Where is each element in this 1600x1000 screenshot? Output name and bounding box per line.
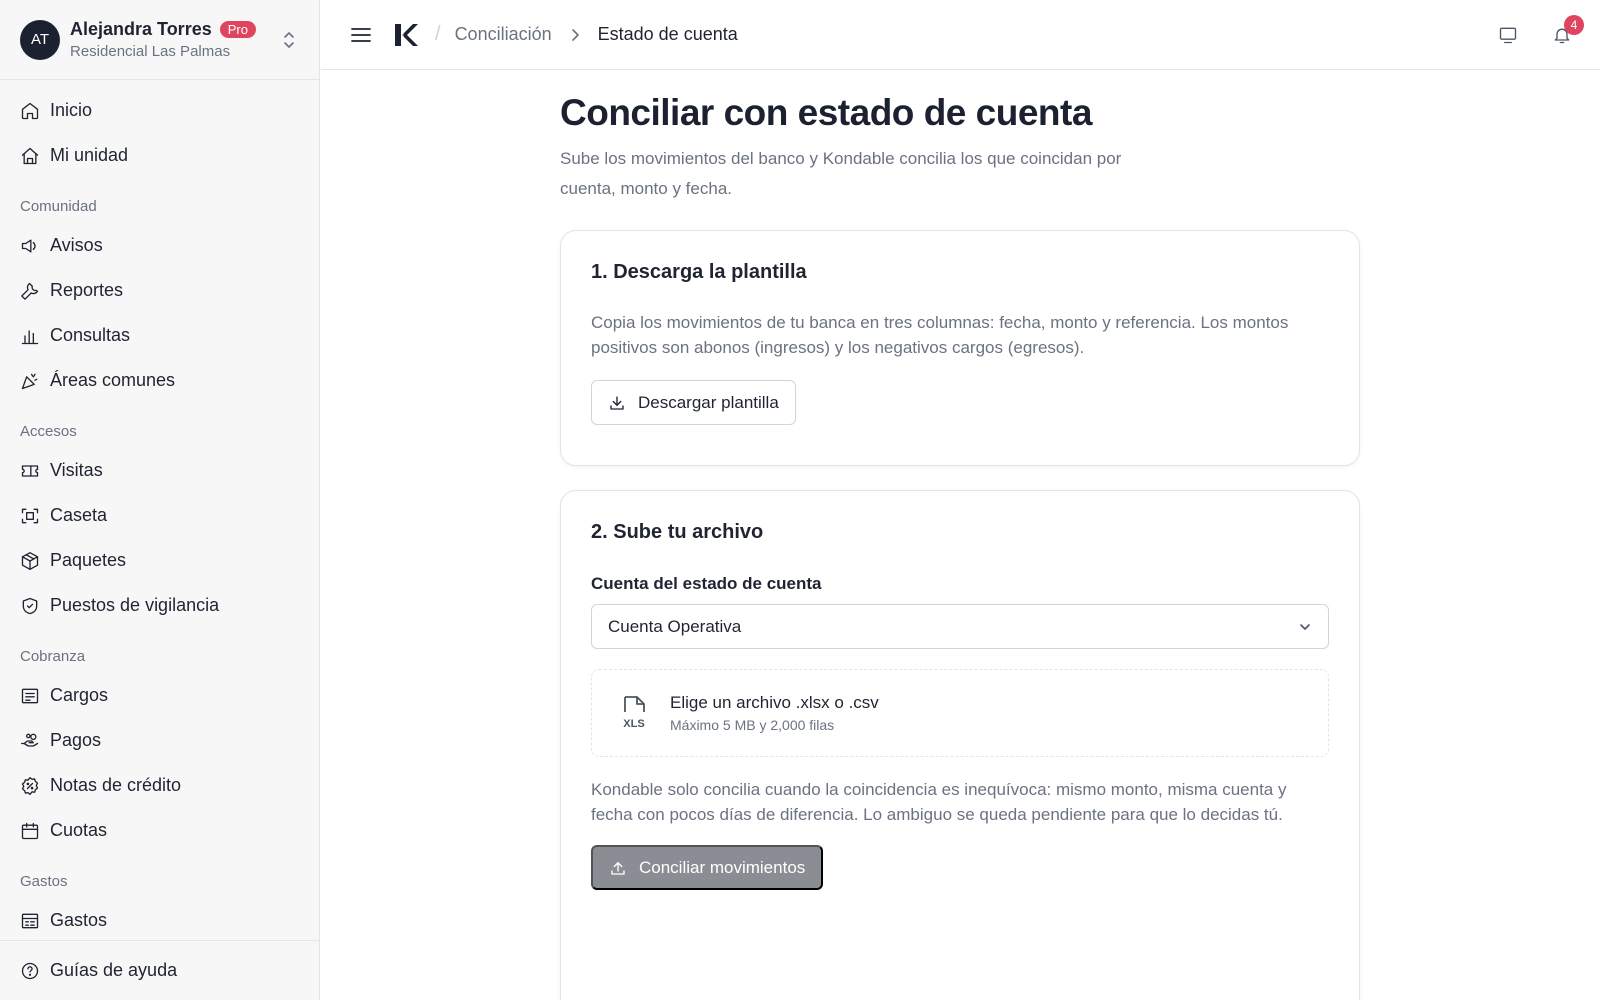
download-template-label: Descargar plantilla [638, 392, 779, 412]
upload-step-card: 2. Sube tu archivo Cuenta del estado de … [560, 490, 1360, 1000]
hand-coins-icon [21, 733, 39, 747]
sidebar-item-mi-unidad[interactable]: Mi unidad [0, 133, 319, 178]
top-bar: / Conciliación Estado de cuenta 4 [321, 0, 1600, 70]
download-template-button[interactable]: Descargar plantilla [591, 380, 796, 425]
sidebar-item-label: Áreas comunes [50, 370, 176, 390]
sidebar-item-label: Visitas [50, 460, 103, 480]
account-select-value: Cuenta Operativa [608, 616, 742, 636]
chevron-right-icon [571, 28, 579, 41]
section-title-comunidad: Comunidad [20, 198, 97, 215]
step-1-title: 1. Descarga la plantilla [591, 261, 807, 283]
plan-badge: Pro [219, 21, 256, 38]
sidebar-item-label: Cargos [50, 685, 109, 705]
party-popper-icon [21, 373, 38, 389]
sidebar-item-puestos-de-vigilancia[interactable]: Puestos de vigilancia [0, 583, 319, 628]
sidebar-item-pagos[interactable]: Pagos [0, 718, 319, 763]
user-switcher[interactable]: AT Alejandra Torres Pro Residencial Las … [0, 0, 319, 80]
badge-percent-icon [21, 776, 39, 795]
sidebar-item-caseta[interactable]: Caseta [0, 493, 319, 538]
expense-list-icon [21, 913, 39, 928]
account-select[interactable]: Cuenta Operativa [591, 604, 1329, 649]
chevrons-up-down-icon[interactable] [281, 28, 297, 52]
sidebar-item-label: Reportes [50, 280, 124, 300]
menu-icon[interactable] [349, 23, 373, 47]
package-icon [21, 551, 39, 570]
section-title-accesos: Accesos [20, 423, 77, 440]
page-title: Conciliar con estado de cuenta [560, 92, 1092, 133]
top-bar-actions: 4 [1490, 0, 1584, 70]
monitor-icon [1499, 27, 1517, 44]
reconcile-button-label: Conciliar movimientos [639, 857, 806, 877]
home-icon [21, 102, 39, 119]
notification-count-badge: 4 [1564, 15, 1584, 35]
sidebar-item-cargos[interactable]: Cargos [0, 673, 319, 718]
account-field-label: Cuenta del estado de cuenta [591, 574, 822, 593]
avatar: AT [20, 19, 60, 60]
sidebar-item-gastos[interactable]: Gastos [0, 898, 319, 943]
step-1-text: Copia los movimientos de tu banca en tre… [591, 313, 1289, 357]
sidebar-item-visitas[interactable]: Visitas [0, 448, 319, 493]
breadcrumb-current: Estado de cuenta [597, 24, 738, 44]
sidebar-item-reportes[interactable]: Reportes [0, 268, 319, 313]
sidebar-item-label: Pagos [50, 730, 102, 750]
dropzone-subtitle: Máximo 5 MB y 2,000 filas [670, 717, 835, 733]
scan-icon [21, 508, 39, 523]
wrench-icon [21, 282, 39, 300]
section-title-gastos: Gastos [20, 873, 68, 890]
bar-chart-icon [21, 329, 39, 344]
template-step-card: 1. Descarga la plantilla Copia los movim… [560, 230, 1360, 466]
sidebar-item-paquetes[interactable]: Paquetes [0, 538, 319, 583]
sidebar-item-consultas[interactable]: Consultas [0, 313, 319, 358]
ticket-icon [21, 464, 39, 477]
download-icon [610, 395, 624, 410]
reconciliation-note: Kondable solo concilia cuando la coincid… [591, 780, 1287, 824]
breadcrumb-separator: / [435, 23, 441, 45]
sidebar-item-label: Cuotas [50, 820, 108, 840]
section-title-cobranza: Cobranza [20, 648, 86, 665]
sidebar-item-label: Caseta [50, 505, 108, 525]
megaphone-icon [21, 239, 36, 252]
sidebar-item-label: Consultas [50, 325, 131, 345]
dropzone-title: Elige un archivo .xlsx o .csv [670, 693, 879, 712]
sidebar-item-label: Guías de ayuda [50, 960, 178, 980]
page-description: Sube los movimientos del banco y Kondabl… [560, 149, 1122, 198]
file-dropzone[interactable]: XLS Elige un archivo .xlsx o .csv Máximo… [591, 669, 1329, 757]
calendar-icon [21, 822, 39, 839]
user-info: Alejandra Torres Pro Residencial Las Pal… [70, 19, 256, 60]
main-content: Conciliar con estado de cuenta Sube los … [560, 70, 1360, 1000]
user-name-row: Alejandra Torres Pro [70, 19, 256, 40]
chevron-down-icon [1300, 624, 1310, 630]
sidebar-item-cuotas[interactable]: Cuotas [0, 808, 319, 853]
dropzone-text: Elige un archivo .xlsx o .csv Máximo 5 M… [670, 693, 879, 733]
community-name: Residencial Las Palmas [70, 43, 231, 60]
sidebar-item-label: Gastos [50, 910, 108, 930]
xls-file-icon: XLS [623, 696, 645, 730]
sidebar-item-inicio[interactable]: Inicio [0, 88, 319, 133]
sidebar-item-guias-de-ayuda[interactable]: Guías de ayuda [0, 940, 319, 1000]
breadcrumb-parent[interactable]: Conciliación [455, 24, 552, 45]
sidebar: AT Alejandra Torres Pro Residencial Las … [0, 0, 320, 1000]
user-name: Alejandra Torres [70, 19, 212, 39]
xls-icon-text: XLS [623, 718, 644, 730]
monitor-button[interactable] [1490, 17, 1526, 53]
sidebar-item-avisos[interactable]: Avisos [0, 223, 319, 268]
sidebar-item-label: Inicio [50, 100, 93, 120]
sidebar-item-label: Avisos [50, 235, 103, 255]
sidebar-item-label: Mi unidad [50, 145, 129, 165]
step-2-title: 2. Sube tu archivo [591, 521, 764, 543]
notifications-button[interactable]: 4 [1544, 15, 1584, 53]
sidebar-item-label: Paquetes [50, 550, 127, 570]
kondable-logo-icon[interactable] [393, 22, 419, 48]
shield-check-icon [22, 597, 38, 614]
sidebar-nav: Inicio Mi unidad Comunidad Avisos Report… [0, 80, 319, 943]
reconcile-button[interactable]: Conciliar movimientos [591, 845, 824, 890]
sidebar-item-label: Puestos de vigilancia [50, 595, 220, 615]
upload-icon [611, 861, 625, 875]
receipt-icon [21, 688, 39, 703]
help-circle-icon [21, 962, 39, 979]
house-icon [21, 147, 39, 164]
sidebar-item-notas-de-credito[interactable]: Notas de crédito [0, 763, 319, 808]
sidebar-item-label: Notas de crédito [50, 775, 182, 795]
sidebar-item-areas-comunes[interactable]: Áreas comunes [0, 358, 319, 403]
